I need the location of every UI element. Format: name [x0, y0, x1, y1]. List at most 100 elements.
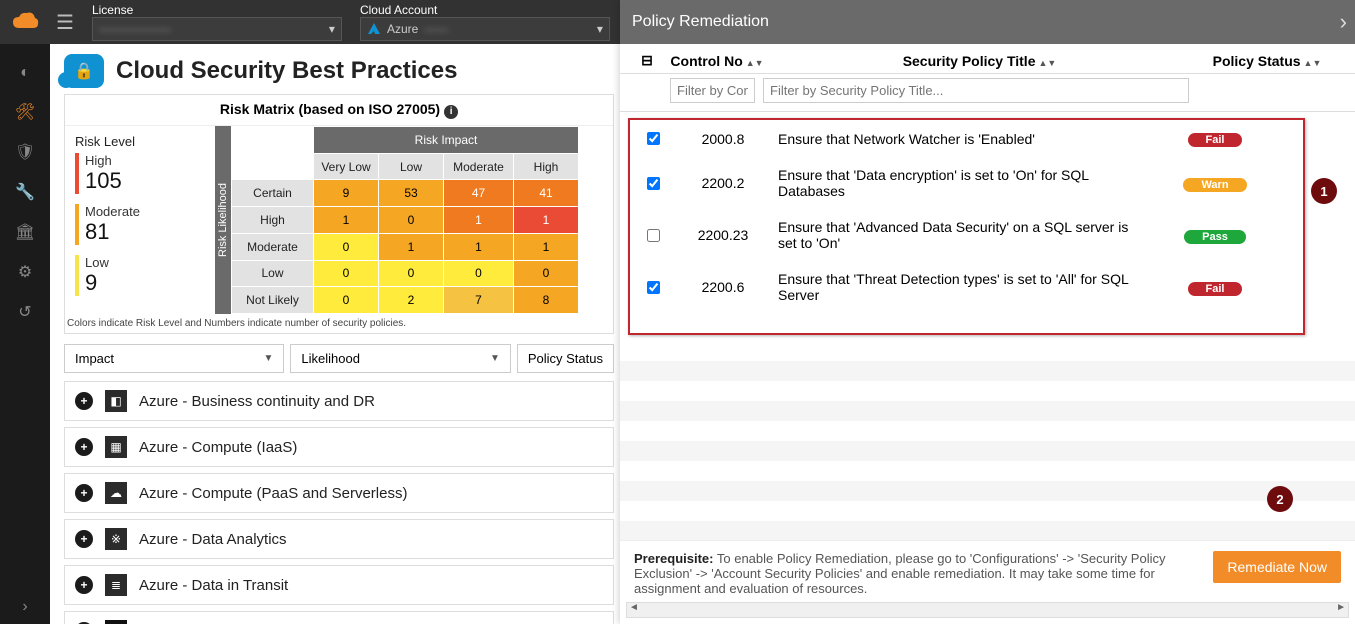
tool-icon[interactable]: 🔧 — [15, 182, 35, 202]
service-icon: ▰ — [105, 620, 127, 624]
row-checkbox[interactable] — [647, 281, 660, 294]
service-icon: ≣ — [105, 574, 127, 596]
info-icon[interactable]: i — [444, 105, 458, 119]
col-control-no[interactable]: Control No▲▼ — [662, 53, 772, 69]
collapse-all-icon[interactable]: ⊟ — [632, 52, 662, 69]
filter-impact[interactable]: Impact▼ — [64, 344, 284, 373]
prerequisite-label: Prerequisite: — [634, 551, 713, 566]
accordion-item[interactable]: + ◧ Azure - Business continuity and DR — [64, 381, 614, 421]
annotation-2: 2 — [1267, 486, 1293, 512]
policy-title: Ensure that 'Threat Detection types' is … — [778, 271, 1135, 303]
panel-title: Policy Remediation — [632, 13, 769, 31]
sort-icon: ▲▼ — [1304, 58, 1322, 68]
control-no: 2200.23 — [668, 227, 778, 243]
risk-matrix-note: Colors indicate Risk Level and Numbers i… — [65, 314, 613, 333]
accordion-item[interactable]: + ▦ Azure - Compute (IaaS) — [64, 427, 614, 467]
main-content: 🔒 Cloud Security Best Practices Risk Mat… — [50, 44, 620, 624]
dashboard-icon[interactable]: ◐ — [20, 64, 30, 82]
control-no: 2200.6 — [668, 279, 778, 295]
service-icon: ※ — [105, 528, 127, 550]
page-title: Cloud Security Best Practices — [116, 57, 457, 85]
app-logo — [0, 0, 50, 44]
col-policy-status[interactable]: Policy Status▲▼ — [1187, 53, 1347, 69]
risk-likelihood-axis: Risk Likelihood — [215, 126, 231, 314]
accordion-label: Azure - Data in Transit — [139, 577, 288, 594]
policy-remediation-panel: Policy Remediation › ⊟ Control No▲▼ Secu… — [620, 0, 1355, 624]
filter-control-input[interactable] — [670, 78, 755, 103]
policy-row[interactable]: 2200.23 Ensure that 'Advanced Data Secur… — [630, 209, 1303, 261]
control-no: 2000.8 — [668, 131, 778, 147]
chevron-right-icon[interactable]: › — [1340, 9, 1347, 35]
row-checkbox[interactable] — [647, 229, 660, 242]
risk-low: Low9 — [75, 255, 205, 296]
col-security-title[interactable]: Security Policy Title▲▼ — [772, 53, 1187, 69]
expand-icon: + — [75, 576, 93, 594]
policy-title: Ensure that 'Data encryption' is set to … — [778, 167, 1135, 199]
service-icon: ◧ — [105, 390, 127, 412]
filter-policy-status[interactable]: Policy Status — [517, 344, 614, 373]
status-badge: Warn — [1183, 178, 1246, 192]
gear-icon[interactable]: ⚙ — [18, 262, 32, 282]
briefcase-icon[interactable]: 🛠 — [15, 102, 35, 122]
cloud-account-select[interactable]: Azure—— ▾ — [360, 17, 610, 41]
policy-title: Ensure that Network Watcher is 'Enabled' — [778, 131, 1135, 147]
chevron-down-icon: ▼ — [264, 353, 274, 364]
policy-rows-highlight: 2000.8 Ensure that Network Watcher is 'E… — [628, 118, 1305, 335]
accordion-label: Azure - Business continuity and DR — [139, 393, 375, 410]
panel-spacer — [620, 341, 1355, 540]
hamburger-icon[interactable]: ☰ — [56, 10, 74, 35]
prerequisite-text: To enable Policy Remediation, please go … — [634, 551, 1165, 596]
row-checkbox[interactable] — [647, 132, 660, 145]
risk-high: High105 — [75, 153, 205, 194]
chevron-down-icon: ▾ — [329, 22, 335, 36]
accordion-label: Azure - Data Analytics — [139, 531, 287, 548]
risk-level-label: Risk Level — [75, 134, 205, 149]
chevron-down-icon: ▼ — [490, 353, 500, 364]
status-badge: Pass — [1184, 230, 1246, 244]
risk-moderate: Moderate81 — [75, 204, 205, 245]
policy-row[interactable]: 2000.8 Ensure that Network Watcher is 'E… — [630, 120, 1303, 157]
policy-row[interactable]: 2200.6 Ensure that 'Threat Detection typ… — [630, 261, 1303, 313]
risk-matrix-table: Risk Impact Very LowLowModerateHigh Cert… — [231, 126, 579, 314]
sort-icon: ▲▼ — [746, 58, 764, 68]
chevron-down-icon: ▾ — [597, 22, 603, 36]
panel-header: Policy Remediation › — [620, 0, 1355, 44]
bank-icon[interactable]: 🏛 — [15, 222, 35, 242]
sidebar: ◐ 🛠 🛡 🔧 🏛 ⚙ ↺ › — [0, 44, 50, 624]
status-badge: Fail — [1188, 282, 1243, 296]
accordion-item[interactable]: + ≣ Azure - Data in Transit — [64, 565, 614, 605]
accordion-label: Azure - Compute (IaaS) — [139, 439, 297, 456]
expand-icon: + — [75, 530, 93, 548]
expand-icon: + — [75, 484, 93, 502]
status-badge: Fail — [1188, 133, 1243, 147]
filter-title-input[interactable] — [763, 78, 1189, 103]
risk-matrix-title: Risk Matrix (based on ISO 27005)i — [65, 95, 613, 126]
accordion-label: Azure - Compute (PaaS and Serverless) — [139, 485, 407, 502]
accordion-item[interactable]: + ※ Azure - Data Analytics — [64, 519, 614, 559]
risk-matrix-card: Risk Matrix (based on ISO 27005)i Risk L… — [64, 94, 614, 334]
horizontal-scrollbar[interactable] — [626, 602, 1349, 618]
expand-icon: + — [75, 438, 93, 456]
cloud-account-label: Cloud Account — [360, 3, 610, 17]
policy-row[interactable]: 2200.2 Ensure that 'Data encryption' is … — [630, 157, 1303, 209]
control-no: 2200.2 — [668, 175, 778, 191]
license-label: License — [92, 3, 342, 17]
filter-likelihood[interactable]: Likelihood▼ — [290, 344, 510, 373]
annotation-1: 1 — [1311, 178, 1337, 204]
risk-impact-axis: Risk Impact — [314, 127, 579, 154]
azure-icon — [367, 22, 381, 36]
accordion-item[interactable]: +▰Azure - Fundamentals — [64, 611, 614, 624]
expand-sidebar-icon[interactable]: › — [22, 598, 27, 616]
shield-icon[interactable]: 🛡 — [15, 142, 35, 162]
remediate-now-button[interactable]: Remediate Now — [1213, 551, 1341, 583]
history-icon[interactable]: ↺ — [18, 302, 31, 322]
panel-footer: Prerequisite: To enable Policy Remediati… — [620, 540, 1355, 624]
license-select[interactable]: ——————▾ — [92, 17, 342, 41]
accordion-item[interactable]: + ☁ Azure - Compute (PaaS and Serverless) — [64, 473, 614, 513]
service-icon: ☁ — [105, 482, 127, 504]
row-checkbox[interactable] — [647, 177, 660, 190]
policy-title: Ensure that 'Advanced Data Security' on … — [778, 219, 1135, 251]
sort-icon: ▲▼ — [1038, 58, 1056, 68]
service-icon: ▦ — [105, 436, 127, 458]
expand-icon: + — [75, 392, 93, 410]
